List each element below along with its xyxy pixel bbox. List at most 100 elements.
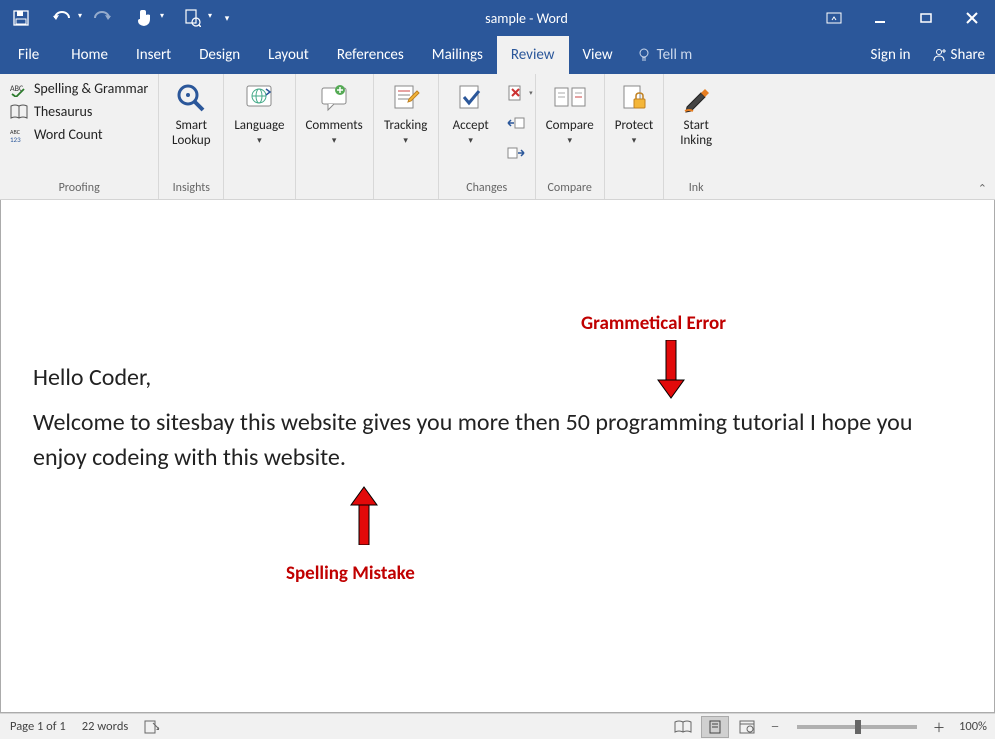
wordcount-button[interactable]: ABC123 Word Count <box>10 126 148 143</box>
tab-home[interactable]: Home <box>57 36 122 74</box>
changes-group-label: Changes <box>443 179 531 199</box>
dropdown-caret: ▾ <box>332 135 337 146</box>
ribbon-display-button[interactable] <box>811 0 857 36</box>
zoom-percent[interactable]: 100% <box>959 719 987 734</box>
grammar-error-word: then <box>515 408 560 437</box>
ink-group-label: Ink <box>668 179 724 199</box>
ribbon-group-proofing: ABC Spelling & Grammar Thesaurus ABC123 … <box>0 74 159 199</box>
svg-text:123: 123 <box>10 135 21 143</box>
ribbon-group-protect: Protect ▾ <box>605 74 664 199</box>
undo-button[interactable] <box>40 3 84 33</box>
svg-text:ABC: ABC <box>10 84 24 94</box>
language-button[interactable]: Language ▾ <box>228 76 290 146</box>
status-page[interactable]: Page 1 of 1 <box>10 719 66 734</box>
web-layout-button[interactable] <box>733 716 761 738</box>
thesaurus-button[interactable]: Thesaurus <box>10 103 148 120</box>
tab-layout[interactable]: Layout <box>254 36 323 74</box>
window-controls <box>811 0 995 36</box>
dropdown-caret: ▾ <box>567 135 572 146</box>
tab-file[interactable]: File <box>0 36 57 74</box>
ribbon-group-ink: StartInking Ink <box>664 74 728 199</box>
status-proofing-icon[interactable] <box>144 720 160 734</box>
ribbon: ABC Spelling & Grammar Thesaurus ABC123 … <box>0 74 995 200</box>
share-icon <box>931 47 947 63</box>
share-button[interactable]: Share <box>921 46 995 64</box>
minimize-button[interactable] <box>857 0 903 36</box>
magnifier-icon <box>175 82 207 114</box>
collapse-ribbon-button[interactable]: ⌃ <box>978 182 987 195</box>
globe-icon <box>243 84 275 112</box>
tell-me-search[interactable]: Tell m <box>627 36 703 74</box>
previous-change-button[interactable] <box>503 110 529 136</box>
protect-icon <box>620 83 648 113</box>
tab-design[interactable]: Design <box>185 36 254 74</box>
insights-group-label: Insights <box>163 179 219 199</box>
reject-icon <box>507 84 525 102</box>
dropdown-caret: ▾ <box>403 135 408 146</box>
share-label: Share <box>951 46 985 64</box>
window-title: sample - Word <box>242 10 811 27</box>
ribbon-group-changes: Accept ▾ Changes <box>439 74 536 199</box>
tell-me-label: Tell m <box>657 46 693 64</box>
zoom-in-button[interactable]: ＋ <box>929 716 949 738</box>
ribbon-group-tracking: Tracking ▾ <box>374 74 439 199</box>
zoom-slider[interactable] <box>797 725 917 729</box>
doc-body: Welcome to sitesbay this website gives y… <box>33 406 962 476</box>
read-mode-button[interactable] <box>669 716 697 738</box>
dropdown-caret: ▾ <box>468 135 473 146</box>
statusbar: Page 1 of 1 22 words ─ ＋ 100% <box>0 713 995 739</box>
smart-lookup-button[interactable]: SmartLookup <box>163 76 219 148</box>
signin-button[interactable]: Sign in <box>861 46 921 64</box>
tab-view[interactable]: View <box>569 36 627 74</box>
book-icon <box>10 104 28 120</box>
save-button[interactable] <box>6 3 36 33</box>
tab-review[interactable]: Review <box>497 36 569 74</box>
redo-button[interactable] <box>88 3 118 33</box>
callout-spelling: Spelling Mistake <box>286 560 415 588</box>
print-layout-button[interactable] <box>701 716 729 738</box>
reject-button[interactable] <box>503 80 529 106</box>
dropdown-caret: ▾ <box>257 135 262 146</box>
callout-grammar: Grammetical Error <box>581 310 726 338</box>
spellcheck-icon: ABC <box>10 81 28 97</box>
start-inking-button[interactable]: StartInking <box>668 76 724 148</box>
close-button[interactable] <box>949 0 995 36</box>
touch-mode-button[interactable] <box>122 3 166 33</box>
compare-group-label: Compare <box>540 179 600 199</box>
comments-button[interactable]: Comments ▾ <box>300 76 369 146</box>
print-preview-button[interactable] <box>170 3 214 33</box>
tab-insert[interactable]: Insert <box>122 36 185 74</box>
accept-icon <box>456 83 486 113</box>
next-icon <box>507 146 525 160</box>
next-change-button[interactable] <box>503 140 529 166</box>
protect-button[interactable]: Protect ▾ <box>609 76 659 146</box>
accept-button[interactable]: Accept ▾ <box>443 76 499 146</box>
zoom-slider-thumb[interactable] <box>855 720 861 734</box>
pen-icon <box>681 83 711 113</box>
ribbon-group-compare: Compare ▾ Compare <box>536 74 605 199</box>
tracking-icon <box>391 83 421 113</box>
tab-references[interactable]: References <box>323 36 418 74</box>
spelling-grammar-button[interactable]: ABC Spelling & Grammar <box>10 80 148 97</box>
tracking-button[interactable]: Tracking ▾ <box>378 76 434 146</box>
comment-icon <box>318 84 350 112</box>
wordcount-label: Word Count <box>34 126 103 143</box>
qat-customize[interactable]: ▾ <box>218 3 236 33</box>
document-area[interactable]: Grammetical Error Hello Coder, Welcome t… <box>0 200 995 713</box>
lightbulb-icon <box>637 48 651 62</box>
wordcount-icon: ABC123 <box>10 127 28 143</box>
ribbon-tabbar: File Home Insert Design Layout Reference… <box>0 36 995 74</box>
prev-icon <box>507 116 525 130</box>
dropdown-caret: ▾ <box>632 135 637 146</box>
arrow-up-icon <box>349 485 379 545</box>
maximize-button[interactable] <box>903 0 949 36</box>
arrow-down-icon <box>656 340 686 400</box>
ribbon-group-insights: SmartLookup Insights <box>159 74 224 199</box>
compare-icon <box>553 84 587 112</box>
tab-mailings[interactable]: Mailings <box>418 36 497 74</box>
zoom-out-button[interactable]: ─ <box>765 716 785 738</box>
status-words[interactable]: 22 words <box>82 719 129 734</box>
compare-button[interactable]: Compare ▾ <box>540 76 600 146</box>
spelling-error-word: codeing <box>92 443 169 472</box>
thesaurus-label: Thesaurus <box>34 103 92 120</box>
